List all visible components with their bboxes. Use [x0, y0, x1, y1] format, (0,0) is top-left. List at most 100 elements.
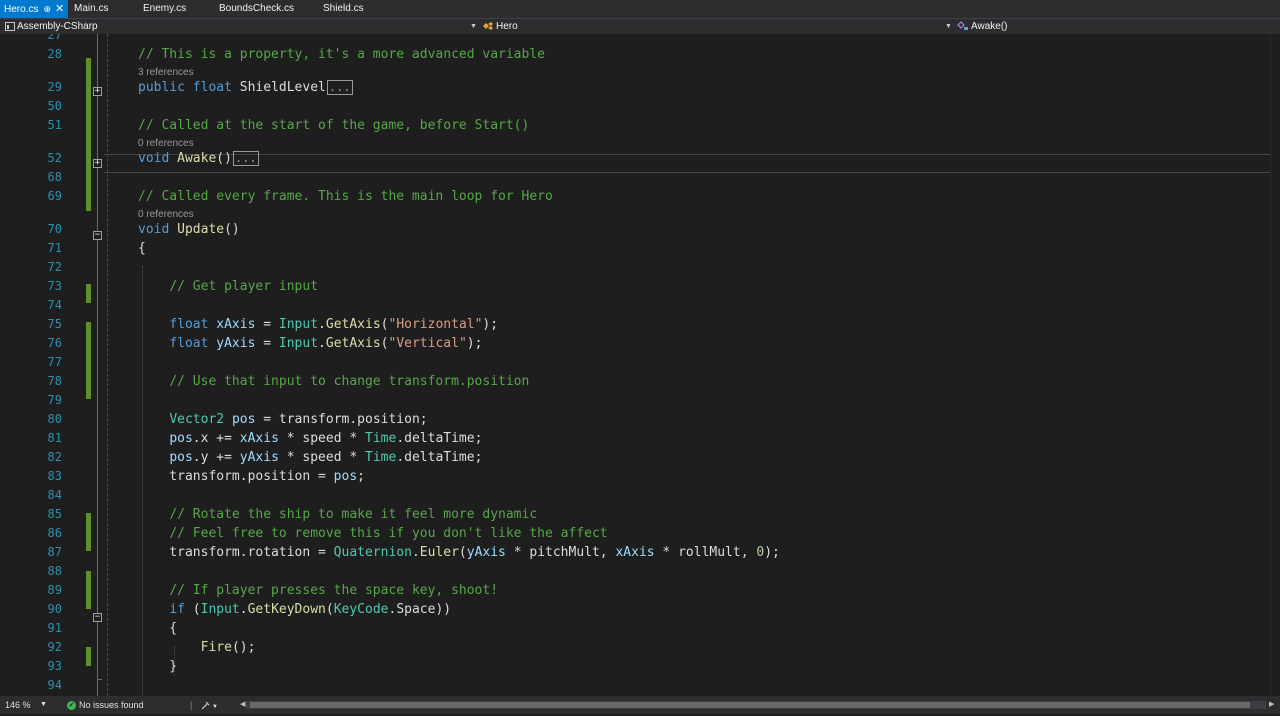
horizontal-scrollbar[interactable] [246, 701, 1266, 709]
code-token: float [169, 317, 209, 332]
code-line[interactable]: 52 void Awake()... [0, 149, 1270, 168]
code-line[interactable]: 93 } [0, 657, 1270, 676]
line-number: 91 [47, 621, 62, 635]
code-token: Quaternion [333, 545, 412, 560]
code-line[interactable]: 86 // Feel free to remove this if you do… [0, 524, 1270, 543]
code-line[interactable]: 84 [0, 486, 1270, 505]
code-token: ( [184, 602, 201, 617]
vertical-scrollbar[interactable] [1270, 34, 1280, 696]
pin-icon[interactable]: ⊕ [43, 4, 51, 14]
code-text: public float ShieldLevel... [138, 78, 353, 97]
code-line[interactable]: 71 { [0, 239, 1270, 258]
code-line[interactable]: 80 Vector2 pos = transform.position; [0, 410, 1270, 429]
line-number: 77 [47, 355, 62, 369]
chevron-down-icon[interactable]: ▼ [470, 19, 477, 34]
code-cleanup-icon[interactable]: ▼ [201, 696, 218, 714]
code-line[interactable]: 81 pos.x += xAxis * speed * Time.deltaTi… [0, 429, 1270, 448]
tab-label: Shield.cs [323, 3, 364, 14]
code-token: float [192, 80, 232, 95]
code-line[interactable]: 89 // If player presses the space key, s… [0, 581, 1270, 600]
code-line[interactable]: 68 [0, 168, 1270, 187]
code-line[interactable]: 51 // Called at the start of the game, be… [0, 116, 1270, 135]
collapsed-region-indicator[interactable]: ... [326, 80, 353, 95]
code-line[interactable]: 91 { [0, 619, 1270, 638]
close-icon[interactable]: ✕ [55, 3, 64, 15]
code-token: = transform.position; [255, 412, 428, 427]
code-token: void [138, 151, 170, 166]
code-line[interactable]: 73 // Get player input [0, 277, 1270, 296]
code-token: Input [200, 602, 240, 617]
tab-boundscheck-cs[interactable]: BoundsCheck.cs [219, 0, 294, 18]
code-line[interactable]: 85 // Rotate the ship to make it feel mo… [0, 505, 1270, 524]
collapsed-region-indicator[interactable]: ... [232, 151, 259, 166]
code-line[interactable]: 27 [0, 34, 1270, 45]
tab-hero-cs[interactable]: Hero.cs ⊕ ✕ [0, 0, 69, 18]
line-number: 87 [47, 545, 62, 559]
tab-main-cs[interactable]: Main.cs [74, 0, 108, 18]
separator: | [190, 700, 193, 710]
scroll-right-icon[interactable]: ▶ [1269, 696, 1274, 714]
code-token: . [411, 545, 420, 560]
code-line[interactable]: 72 [0, 258, 1270, 277]
code-line[interactable]: 83 transform.position = pos; [0, 467, 1270, 486]
code-token: public [138, 80, 185, 95]
code-token: .deltaTime; [396, 431, 483, 446]
code-text: // Called every frame. This is the main … [138, 187, 553, 206]
scrollbar-thumb[interactable] [250, 702, 1250, 708]
code-line[interactable]: 82 pos.y += yAxis * speed * Time.deltaTi… [0, 448, 1270, 467]
code-token: ; [357, 469, 365, 484]
status-bar: 146 % ▼ ✓ No issues found | ▼ ◀ ▶ [0, 696, 1280, 714]
tab-enemy-cs[interactable]: Enemy.cs [143, 0, 186, 18]
class-dropdown[interactable]: Hero [482, 19, 518, 34]
code-line[interactable]: 29 public float ShieldLevel... [0, 78, 1270, 97]
code-line[interactable]: 79 [0, 391, 1270, 410]
chevron-down-icon[interactable]: ▼ [40, 696, 47, 714]
code-line[interactable]: 78 // Use that input to change transform… [0, 372, 1270, 391]
chevron-down-icon[interactable]: ▼ [945, 19, 952, 34]
code-token: } [138, 659, 178, 674]
project-dropdown[interactable]: Assembly-CSharp [5, 19, 98, 34]
code-line[interactable]: 77 [0, 353, 1270, 372]
tab-shield-cs[interactable]: Shield.cs [323, 0, 364, 18]
code-editor[interactable]: + + − − 27 28// This is a property, it's … [0, 34, 1280, 696]
code-token: Time [365, 450, 397, 465]
code-token: GetKeyDown [247, 602, 326, 617]
line-number: 90 [47, 602, 62, 616]
code-text: void Update() [138, 220, 240, 239]
code-line[interactable]: 76 float yAxis = Input.GetAxis("Vertical… [0, 334, 1270, 353]
code-line[interactable]: 69 // Called every frame. This is the mai… [0, 187, 1270, 206]
code-line[interactable]: 94 [0, 676, 1270, 695]
code-line[interactable]: 92 Fire(); [0, 638, 1270, 657]
code-token: yAxis [239, 450, 279, 465]
line-number: 85 [47, 507, 62, 521]
code-token: // Rotate the ship to make it feel more … [169, 507, 538, 522]
code-token: ( [458, 545, 467, 560]
code-line[interactable]: 87 transform.rotation = Quaternion.Euler… [0, 543, 1270, 562]
line-number: 52 [47, 151, 62, 165]
code-line[interactable]: 88 [0, 562, 1270, 581]
code-line[interactable]: 50 [0, 97, 1270, 116]
code-text: // Rotate the ship to make it feel more … [138, 505, 537, 524]
code-text: { [138, 239, 146, 258]
code-line[interactable]: 75 float xAxis = Input.GetAxis("Horizont… [0, 315, 1270, 334]
code-token: .deltaTime; [396, 450, 483, 465]
line-number: 68 [47, 170, 62, 184]
code-line[interactable]: 28 // This is a property, it's a more adv… [0, 45, 1270, 64]
code-token: (); [231, 640, 256, 655]
issues-indicator[interactable]: ✓ No issues found [67, 696, 144, 714]
code-text: pos.x += xAxis * speed * Time.deltaTime; [138, 429, 482, 448]
code-line[interactable]: 70 void Update() [0, 220, 1270, 239]
code-line[interactable]: 90 if (Input.GetKeyDown(KeyCode.Space)) [0, 600, 1270, 619]
code-token: transform.position = [138, 469, 334, 484]
tab-label: Enemy.cs [143, 3, 187, 14]
code-token: float [169, 336, 209, 351]
member-dropdown[interactable]: Awake() [957, 19, 1008, 34]
scroll-left-icon[interactable]: ◀ [240, 696, 245, 714]
line-number: 75 [47, 317, 62, 331]
zoom-level[interactable]: 146 % [5, 696, 31, 714]
code-line[interactable]: 74 [0, 296, 1270, 315]
code-token: . [239, 602, 248, 617]
code-token: .x += [192, 431, 240, 446]
code-token: . [318, 317, 326, 332]
